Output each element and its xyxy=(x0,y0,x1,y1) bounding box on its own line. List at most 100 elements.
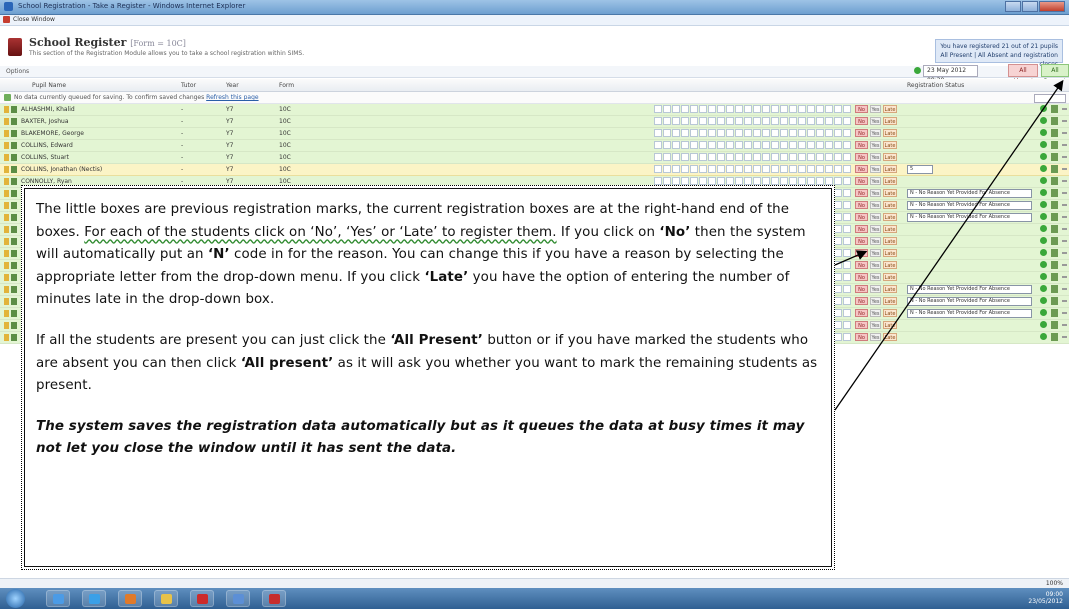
pupil-details-icon[interactable] xyxy=(11,274,17,281)
table-row[interactable]: COLLINS, Stuart - Y7 10C No Yes Late xyxy=(0,152,1069,164)
yes-button[interactable]: Yes xyxy=(870,237,881,245)
no-button[interactable]: No xyxy=(855,273,868,281)
no-button[interactable]: No xyxy=(855,297,868,305)
absence-reason-select[interactable]: N - No Reason Yet Provided For Absence xyxy=(907,309,1032,318)
yes-button[interactable]: Yes xyxy=(870,309,881,317)
late-button[interactable]: Late xyxy=(883,321,897,329)
yes-button[interactable]: Yes xyxy=(870,177,881,185)
folder-icon[interactable] xyxy=(154,590,178,607)
menu-dash-icon[interactable] xyxy=(1062,204,1067,206)
menu-dash-icon[interactable] xyxy=(1062,276,1067,278)
yes-button[interactable]: Yes xyxy=(870,129,881,137)
no-button[interactable]: No xyxy=(855,177,868,185)
notes-icon[interactable] xyxy=(1051,141,1058,149)
late-button[interactable]: Late xyxy=(883,249,897,257)
no-button[interactable]: No xyxy=(855,189,868,197)
yes-button[interactable]: Yes xyxy=(870,189,881,197)
table-row[interactable]: BLAKEMORE, George - Y7 10C No Yes Late xyxy=(0,128,1069,140)
no-button[interactable]: No xyxy=(855,321,868,329)
yes-button[interactable]: Yes xyxy=(870,321,881,329)
no-button[interactable]: No xyxy=(855,249,868,257)
menu-dash-icon[interactable] xyxy=(1062,192,1067,194)
no-button[interactable]: No xyxy=(855,201,868,209)
pupil-details-icon[interactable] xyxy=(11,250,17,257)
yes-button[interactable]: Yes xyxy=(870,333,881,341)
late-button[interactable]: Late xyxy=(883,285,897,293)
yes-button[interactable]: Yes xyxy=(870,117,881,125)
no-button[interactable]: No xyxy=(855,117,868,125)
yes-button[interactable]: Yes xyxy=(870,249,881,257)
absence-reason-select[interactable]: N - No Reason Yet Provided For Absence xyxy=(907,297,1032,306)
late-button[interactable]: Late xyxy=(883,141,897,149)
table-row[interactable]: BAXTER, Joshua - Y7 10C No Yes Late xyxy=(0,116,1069,128)
notes-icon[interactable] xyxy=(1051,309,1058,317)
menu-dash-icon[interactable] xyxy=(1062,168,1067,170)
late-button[interactable]: Late xyxy=(883,213,897,221)
no-button[interactable]: No xyxy=(855,129,868,137)
notes-icon[interactable] xyxy=(1051,201,1058,209)
word-icon[interactable] xyxy=(226,590,250,607)
menu-dash-icon[interactable] xyxy=(1062,240,1067,242)
no-button[interactable]: No xyxy=(855,153,868,161)
notes-icon[interactable] xyxy=(1051,333,1058,341)
ie-taskbar-icon[interactable] xyxy=(82,590,106,607)
pupil-details-icon[interactable] xyxy=(11,106,17,113)
all-present-button[interactable]: All Present xyxy=(1041,64,1069,85)
yes-button[interactable]: Yes xyxy=(870,153,881,161)
notes-icon[interactable] xyxy=(1051,261,1058,269)
menu-dash-icon[interactable] xyxy=(1062,324,1067,326)
sims-icon[interactable] xyxy=(190,590,214,607)
notes-icon[interactable] xyxy=(1051,105,1058,113)
explorer-icon[interactable] xyxy=(46,590,70,607)
late-button[interactable]: Late xyxy=(883,177,897,185)
late-button[interactable]: Late xyxy=(883,237,897,245)
pupil-details-icon[interactable] xyxy=(11,166,17,173)
pupil-name[interactable]: BAXTER, Joshua xyxy=(21,118,69,125)
menu-dash-icon[interactable] xyxy=(1062,216,1067,218)
pupil-name[interactable]: COLLINS, Edward xyxy=(21,142,73,149)
pupil-name[interactable]: ALHASHMI, Khalid xyxy=(21,106,75,113)
col-form[interactable]: Form xyxy=(279,82,294,89)
late-button[interactable]: Late xyxy=(883,117,897,125)
menu-dash-icon[interactable] xyxy=(1062,108,1067,110)
no-button[interactable]: No xyxy=(855,333,868,341)
close-button[interactable] xyxy=(1039,1,1065,12)
late-button[interactable]: Late xyxy=(883,261,897,269)
pupil-details-icon[interactable] xyxy=(11,226,17,233)
pupil-details-icon[interactable] xyxy=(11,214,17,221)
notes-icon[interactable] xyxy=(1051,165,1058,173)
menu-dash-icon[interactable] xyxy=(1062,288,1067,290)
menu-dash-icon[interactable] xyxy=(1062,228,1067,230)
menu-dash-icon[interactable] xyxy=(1062,132,1067,134)
all-absent-button[interactable]: All Absent xyxy=(1008,64,1038,85)
pupil-name[interactable]: BLAKEMORE, George xyxy=(21,130,84,137)
menu-dash-icon[interactable] xyxy=(1062,120,1067,122)
menu-dash-icon[interactable] xyxy=(1062,300,1067,302)
pupil-details-icon[interactable] xyxy=(11,322,17,329)
table-row[interactable]: COLLINS, Edward - Y7 10C No Yes Late xyxy=(0,140,1069,152)
yes-button[interactable]: Yes xyxy=(870,201,881,209)
notes-icon[interactable] xyxy=(1051,321,1058,329)
filter-input[interactable] xyxy=(1034,94,1066,103)
notes-icon[interactable] xyxy=(1051,237,1058,245)
late-button[interactable]: Late xyxy=(883,153,897,161)
late-button[interactable]: Late xyxy=(883,129,897,137)
yes-button[interactable]: Yes xyxy=(870,213,881,221)
media-icon[interactable] xyxy=(118,590,142,607)
table-row[interactable]: ALHASHMI, Khalid - Y7 10C No Yes Late xyxy=(0,104,1069,116)
yes-button[interactable]: Yes xyxy=(870,165,881,173)
no-button[interactable]: No xyxy=(855,237,868,245)
menu-dash-icon[interactable] xyxy=(1062,336,1067,338)
minimize-button[interactable] xyxy=(1005,1,1021,12)
late-button[interactable]: Late xyxy=(883,165,897,173)
maximize-button[interactable] xyxy=(1022,1,1038,12)
pupil-details-icon[interactable] xyxy=(11,334,17,341)
menu-dash-icon[interactable] xyxy=(1062,252,1067,254)
pupil-details-icon[interactable] xyxy=(11,154,17,161)
zoom-level[interactable]: 100% xyxy=(1046,580,1063,587)
yes-button[interactable]: Yes xyxy=(870,141,881,149)
pupil-details-icon[interactable] xyxy=(11,262,17,269)
no-button[interactable]: No xyxy=(855,141,868,149)
notes-icon[interactable] xyxy=(1051,297,1058,305)
yes-button[interactable]: Yes xyxy=(870,273,881,281)
